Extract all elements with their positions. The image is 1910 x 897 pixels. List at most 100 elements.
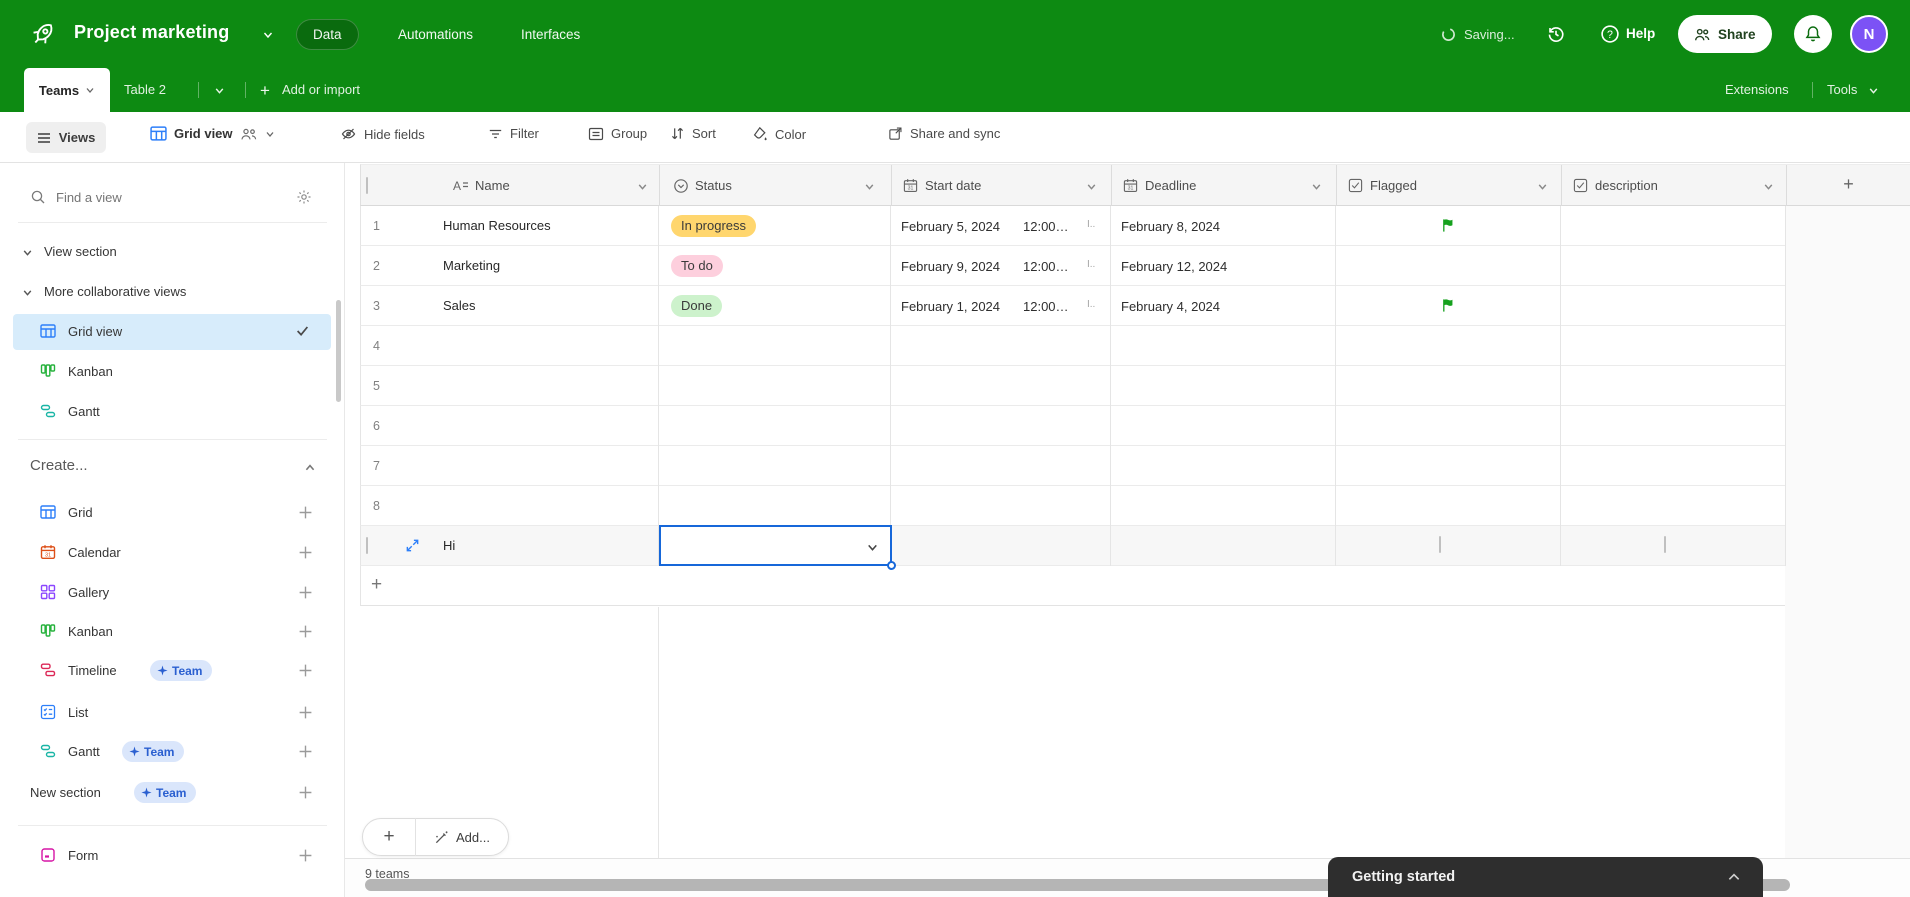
add-record-button[interactable]: +: [363, 826, 415, 848]
table-row-empty[interactable]: 8: [360, 486, 1786, 526]
avatar[interactable]: N: [1850, 15, 1888, 53]
sidebar-create-list[interactable]: List: [0, 695, 345, 731]
table-tab-teams[interactable]: Teams: [24, 68, 110, 112]
sidebar-create-form[interactable]: Form: [0, 838, 345, 874]
column-header-deadline[interactable]: Deadline: [1145, 178, 1196, 193]
column-divider[interactable]: [1336, 165, 1337, 207]
status-pill[interactable]: In progress: [671, 215, 757, 237]
grid-view-selector[interactable]: Grid view: [150, 126, 275, 141]
group-button[interactable]: Group: [588, 126, 647, 141]
cell-dropdown-chevron-icon[interactable]: [866, 541, 879, 554]
base-title[interactable]: Project marketing: [74, 22, 229, 43]
add-or-import-button[interactable]: Add or import: [282, 82, 360, 97]
column-chevron-icon[interactable]: [864, 181, 875, 192]
cell-start-date[interactable]: February 1, 2024: [901, 299, 1000, 314]
sidebar-create-gallery[interactable]: Gallery: [0, 575, 345, 611]
column-header-name[interactable]: Name: [475, 178, 510, 193]
column-chevron-icon[interactable]: [637, 181, 648, 192]
cell-deadline[interactable]: February 12, 2024: [1121, 259, 1227, 274]
filter-button[interactable]: Filter: [488, 126, 539, 141]
select-all-checkbox[interactable]: [366, 177, 368, 194]
column-divider[interactable]: [659, 165, 660, 207]
cell-description[interactable]: [1561, 286, 1786, 326]
tools-button[interactable]: Tools: [1827, 82, 1857, 97]
table-row-empty[interactable]: 5: [360, 366, 1786, 406]
tab-interfaces[interactable]: Interfaces: [504, 19, 597, 50]
cell-name[interactable]: Human Resources: [443, 218, 551, 233]
cell-deadline[interactable]: February 4, 2024: [1121, 299, 1220, 314]
help-label[interactable]: Help: [1626, 26, 1655, 41]
view-settings-gear-icon[interactable]: [296, 189, 312, 205]
column-header-status[interactable]: Status: [695, 178, 732, 193]
table-row-empty[interactable]: 7: [360, 446, 1786, 486]
sidebar-create-new-section[interactable]: New section Team: [0, 775, 345, 811]
hide-fields-button[interactable]: Hide fields: [340, 126, 425, 142]
share-button[interactable]: Share: [1678, 15, 1772, 53]
fill-handle[interactable]: [887, 561, 896, 570]
magic-add-button[interactable]: Add...: [416, 830, 508, 845]
cell-name[interactable]: Hi: [443, 538, 455, 553]
help-icon[interactable]: ?: [1600, 24, 1620, 44]
add-field-button[interactable]: +: [1786, 174, 1910, 195]
cell-flagged[interactable]: [1336, 286, 1561, 326]
add-row[interactable]: +: [360, 566, 1785, 606]
sidebar-scrollbar[interactable]: [336, 300, 341, 402]
rocket-logo-icon[interactable]: [28, 19, 58, 49]
sidebar-create-section[interactable]: Create...: [0, 451, 345, 483]
tab-automations[interactable]: Automations: [381, 19, 490, 50]
row-checkbox[interactable]: [366, 537, 368, 554]
table-row-active[interactable]: Hi: [360, 525, 1786, 570]
cell-name[interactable]: Marketing: [443, 258, 500, 273]
column-divider[interactable]: [1111, 165, 1112, 207]
getting-started-toast[interactable]: Getting started: [1328, 857, 1763, 897]
column-chevron-icon[interactable]: [1311, 181, 1322, 192]
column-divider[interactable]: [1561, 165, 1562, 207]
cell-flagged[interactable]: [1336, 526, 1561, 566]
column-header-description[interactable]: description: [1595, 178, 1658, 193]
table-tab-table2[interactable]: Table 2: [124, 82, 166, 97]
cell-deadline[interactable]: February 8, 2024: [1121, 219, 1220, 234]
table-row-empty[interactable]: 6: [360, 406, 1786, 446]
table-row-empty[interactable]: 4: [360, 326, 1786, 366]
sidebar-create-grid[interactable]: Grid: [0, 495, 345, 531]
add-table-plus-icon[interactable]: +: [260, 81, 270, 101]
cell-description[interactable]: [1561, 206, 1786, 246]
extensions-button[interactable]: Extensions: [1725, 82, 1789, 97]
table-row[interactable]: 3 Sales Done February 1, 2024 12:00… I.. …: [360, 286, 1786, 326]
cell-description[interactable]: [1561, 526, 1786, 566]
column-chevron-icon[interactable]: [1537, 181, 1548, 192]
cell-name[interactable]: Sales: [443, 298, 476, 313]
table-row[interactable]: 1 Human Resources In progress February 5,…: [360, 206, 1786, 246]
sidebar-create-timeline[interactable]: Timeline Team: [0, 653, 345, 689]
column-header-start-date[interactable]: Start date: [925, 178, 981, 193]
active-status-cell[interactable]: [659, 525, 896, 570]
add-row-plus-icon[interactable]: +: [371, 574, 382, 596]
column-chevron-icon[interactable]: [1086, 181, 1097, 192]
column-divider[interactable]: [891, 165, 892, 207]
status-pill[interactable]: To do: [671, 255, 723, 277]
color-button[interactable]: Color: [752, 126, 806, 142]
sort-button[interactable]: Sort: [670, 126, 716, 141]
views-button[interactable]: Views: [26, 122, 106, 153]
expand-record-icon[interactable]: [405, 538, 420, 553]
history-icon[interactable]: [1546, 24, 1566, 44]
sidebar-create-kanban[interactable]: Kanban: [0, 614, 345, 650]
sidebar-section-view-section[interactable]: View section: [0, 234, 345, 270]
status-pill[interactable]: Done: [671, 295, 723, 317]
view-search-input[interactable]: [56, 185, 281, 209]
cell-start-date[interactable]: February 5, 2024: [901, 219, 1000, 234]
sidebar-section-more-collaborative[interactable]: More collaborative views: [0, 274, 345, 310]
base-title-chevron-icon[interactable]: [262, 29, 274, 41]
column-header-flagged[interactable]: Flagged: [1370, 178, 1417, 193]
table-row[interactable]: 2 Marketing To do February 9, 2024 12:00……: [360, 246, 1786, 286]
sidebar-view-gantt[interactable]: Gantt: [0, 394, 345, 430]
table-list-chevron-icon[interactable]: [214, 85, 225, 96]
cell-flagged[interactable]: [1336, 246, 1561, 286]
tab-data[interactable]: Data: [296, 19, 359, 50]
notifications-button[interactable]: [1794, 15, 1832, 53]
sidebar-view-grid-view[interactable]: Grid view: [0, 314, 345, 350]
sidebar-view-kanban[interactable]: Kanban: [0, 354, 345, 390]
tools-chevron-icon[interactable]: [1868, 85, 1879, 96]
toast-collapse-chevron-icon[interactable]: [1727, 871, 1741, 883]
cell-start-date[interactable]: February 9, 2024: [901, 259, 1000, 274]
